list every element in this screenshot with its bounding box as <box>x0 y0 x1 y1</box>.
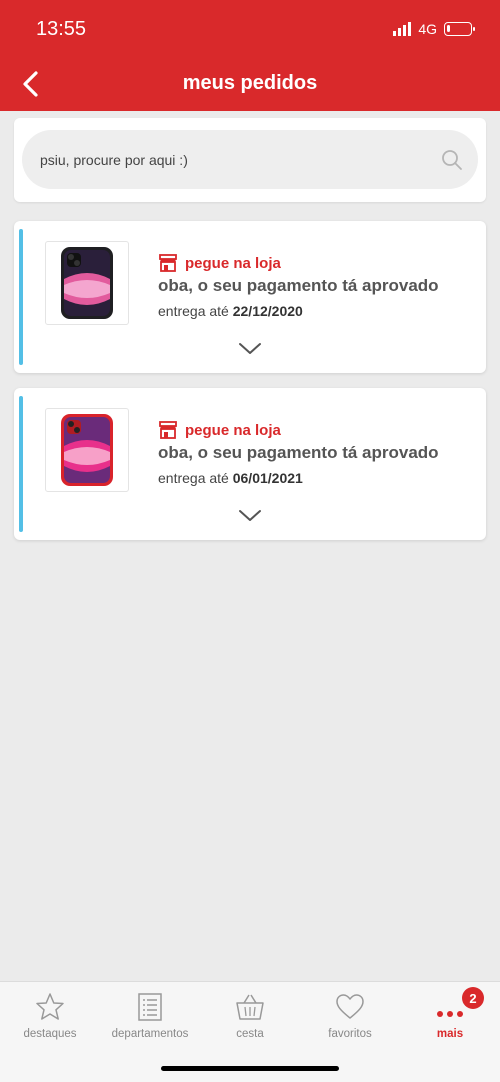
home-indicator[interactable] <box>161 1066 339 1071</box>
order-card[interactable]: pegue na loja oba, o seu pagamento tá ap… <box>14 221 486 373</box>
list-icon <box>138 993 162 1021</box>
delivery-prefix: entrega até <box>158 470 229 486</box>
nav-mais[interactable]: mais <box>400 992 500 1040</box>
more-icon <box>437 1011 463 1017</box>
order-accent-bar <box>19 396 23 532</box>
store-label: pegue na loja <box>185 421 281 439</box>
store-icon <box>159 254 177 272</box>
chevron-down-icon[interactable] <box>238 341 262 357</box>
delivery-date: 06/01/2021 <box>232 470 303 486</box>
notification-badge: 2 <box>462 987 484 1009</box>
nav-label: departamentos <box>111 1028 189 1040</box>
nav-cesta[interactable]: cesta <box>200 992 300 1040</box>
signal-icon <box>393 22 412 36</box>
store-icon <box>159 421 177 439</box>
search-input[interactable]: psiu, procure por aqui :) <box>22 130 478 189</box>
product-image <box>45 241 129 325</box>
heart-icon <box>336 994 364 1019</box>
delivery-info: entrega até 22/12/2020 <box>158 303 303 319</box>
star-icon <box>36 993 64 1020</box>
phone-image <box>61 247 113 319</box>
search-card: psiu, procure por aqui :) <box>14 118 486 202</box>
nav-departamentos[interactable]: departamentos <box>100 992 200 1040</box>
product-image <box>45 408 129 492</box>
page-title: meus pedidos <box>182 72 318 94</box>
delivery-prefix: entrega até <box>158 303 229 319</box>
nav-label: destaques <box>23 1028 77 1040</box>
store-pickup: pegue na loja <box>158 420 281 440</box>
store-pickup: pegue na loja <box>158 253 281 273</box>
order-card[interactable]: pegue na loja oba, o seu pagamento tá ap… <box>14 388 486 540</box>
nav-label: favoritos <box>328 1028 372 1040</box>
nav-label: mais <box>436 1028 464 1040</box>
delivery-info: entrega até 06/01/2021 <box>158 470 303 486</box>
order-accent-bar <box>19 229 23 365</box>
delivery-date: 22/12/2020 <box>232 303 303 319</box>
nav-favoritos[interactable]: favoritos <box>300 992 400 1040</box>
status-time: 13:55 <box>36 18 87 40</box>
chevron-down-icon[interactable] <box>238 508 262 524</box>
status-indicators: 4G <box>393 21 475 37</box>
nav-label: cesta <box>236 1028 264 1040</box>
phone-image <box>61 414 113 486</box>
nav-destaques[interactable]: destaques <box>0 992 100 1040</box>
store-label: pegue na loja <box>185 254 281 272</box>
battery-icon <box>444 22 475 36</box>
basket-icon <box>236 994 264 1020</box>
battery-level <box>447 25 450 32</box>
search-icon[interactable] <box>440 148 464 172</box>
app-header: 13:55 4G meus pedidos <box>0 0 500 111</box>
network-label: 4G <box>418 21 437 37</box>
order-status: oba, o seu pagamento tá aprovado <box>158 276 439 295</box>
order-status: oba, o seu pagamento tá aprovado <box>158 443 439 462</box>
